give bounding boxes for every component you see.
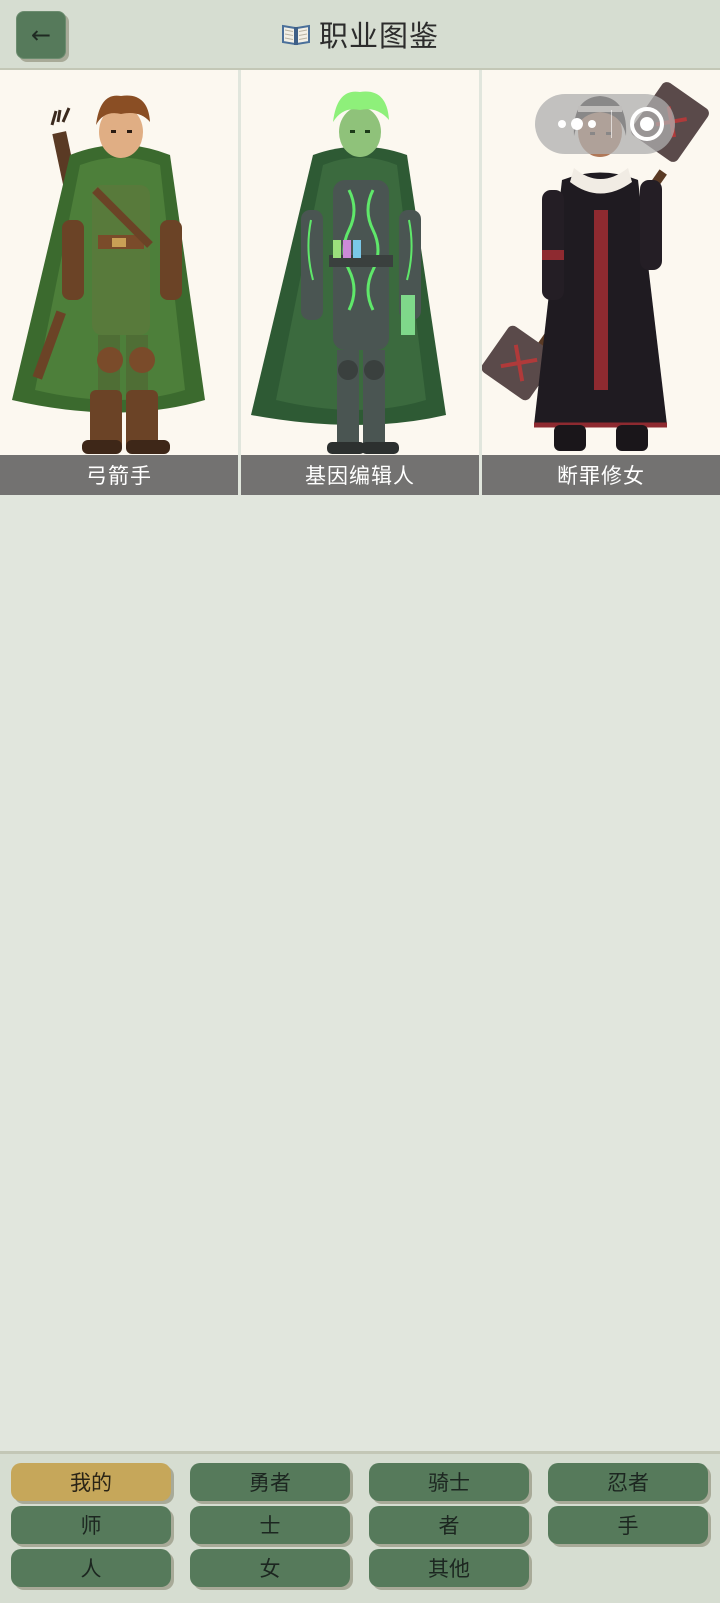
filter-button-shou[interactable]: 手 <box>548 1506 708 1544</box>
header-bar: ← 职业图鉴 <box>0 0 720 70</box>
filter-button-ninja[interactable]: 忍者 <box>548 1463 708 1501</box>
filter-button-zhe[interactable]: 者 <box>369 1506 529 1544</box>
filter-button-other[interactable]: 其他 <box>369 1549 529 1587</box>
filter-button-shi-master[interactable]: 师 <box>11 1506 171 1544</box>
filter-button-hero[interactable]: 勇者 <box>190 1463 350 1501</box>
filter-button-mine[interactable]: 我的 <box>11 1463 171 1501</box>
class-name: 基因编辑人 <box>241 455 479 495</box>
open-book-icon <box>281 24 310 46</box>
category-filter-bar: 我的 勇者 骑士 忍者 师 士 者 手 人 女 其他 <box>0 1451 720 1603</box>
miniprogram-capsule <box>535 94 675 154</box>
class-name: 断罪修女 <box>482 455 720 495</box>
class-card-gene-editor[interactable]: 基因编辑人 <box>241 70 479 495</box>
class-card-archer[interactable]: 弓箭手 <box>0 70 238 495</box>
filter-button-ren[interactable]: 人 <box>11 1549 171 1587</box>
filter-button-knight[interactable]: 骑士 <box>369 1463 529 1501</box>
archer-portrait <box>12 95 205 454</box>
capsule-divider <box>611 110 612 138</box>
class-name: 弓箭手 <box>0 455 238 495</box>
more-dots-icon[interactable] <box>555 116 601 132</box>
filter-button-shi-warrior[interactable]: 士 <box>190 1506 350 1544</box>
target-circle-icon[interactable] <box>629 106 665 142</box>
filter-button-nv[interactable]: 女 <box>190 1549 350 1587</box>
title-wrap: 职业图鉴 <box>0 14 720 54</box>
page-title: 职业图鉴 <box>318 19 439 53</box>
gene-editor-portrait <box>251 91 446 454</box>
